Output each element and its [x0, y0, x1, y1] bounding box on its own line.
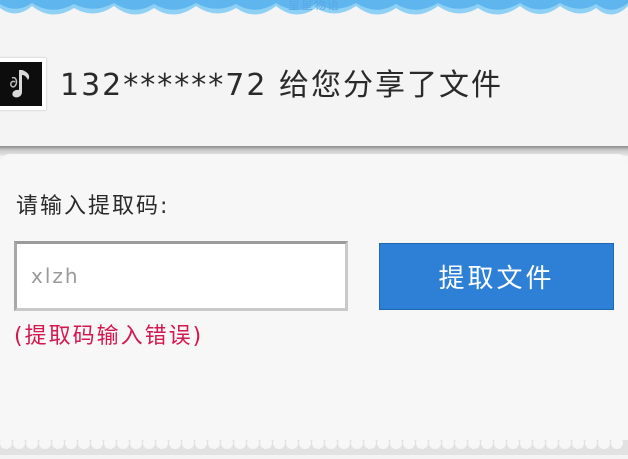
avatar — [0, 58, 46, 110]
top-banner: 星星物语 — [0, 0, 628, 22]
music-note-icon — [0, 62, 42, 106]
share-message: 132******72 给您分享了文件 — [60, 68, 503, 103]
banner-title: 星星物语 — [287, 0, 340, 12]
share-header: 132******72 给您分享了文件 — [0, 22, 628, 146]
scalloped-bottom-edge — [0, 437, 628, 455]
extract-card: 请输入提取码: 提取文件 (提取码输入错误) — [0, 154, 628, 446]
error-message: (提取码输入错误) — [14, 324, 204, 349]
extract-code-input[interactable] — [14, 241, 348, 311]
extract-code-label: 请输入提取码: — [16, 194, 170, 219]
extract-file-button[interactable]: 提取文件 — [379, 243, 614, 310]
